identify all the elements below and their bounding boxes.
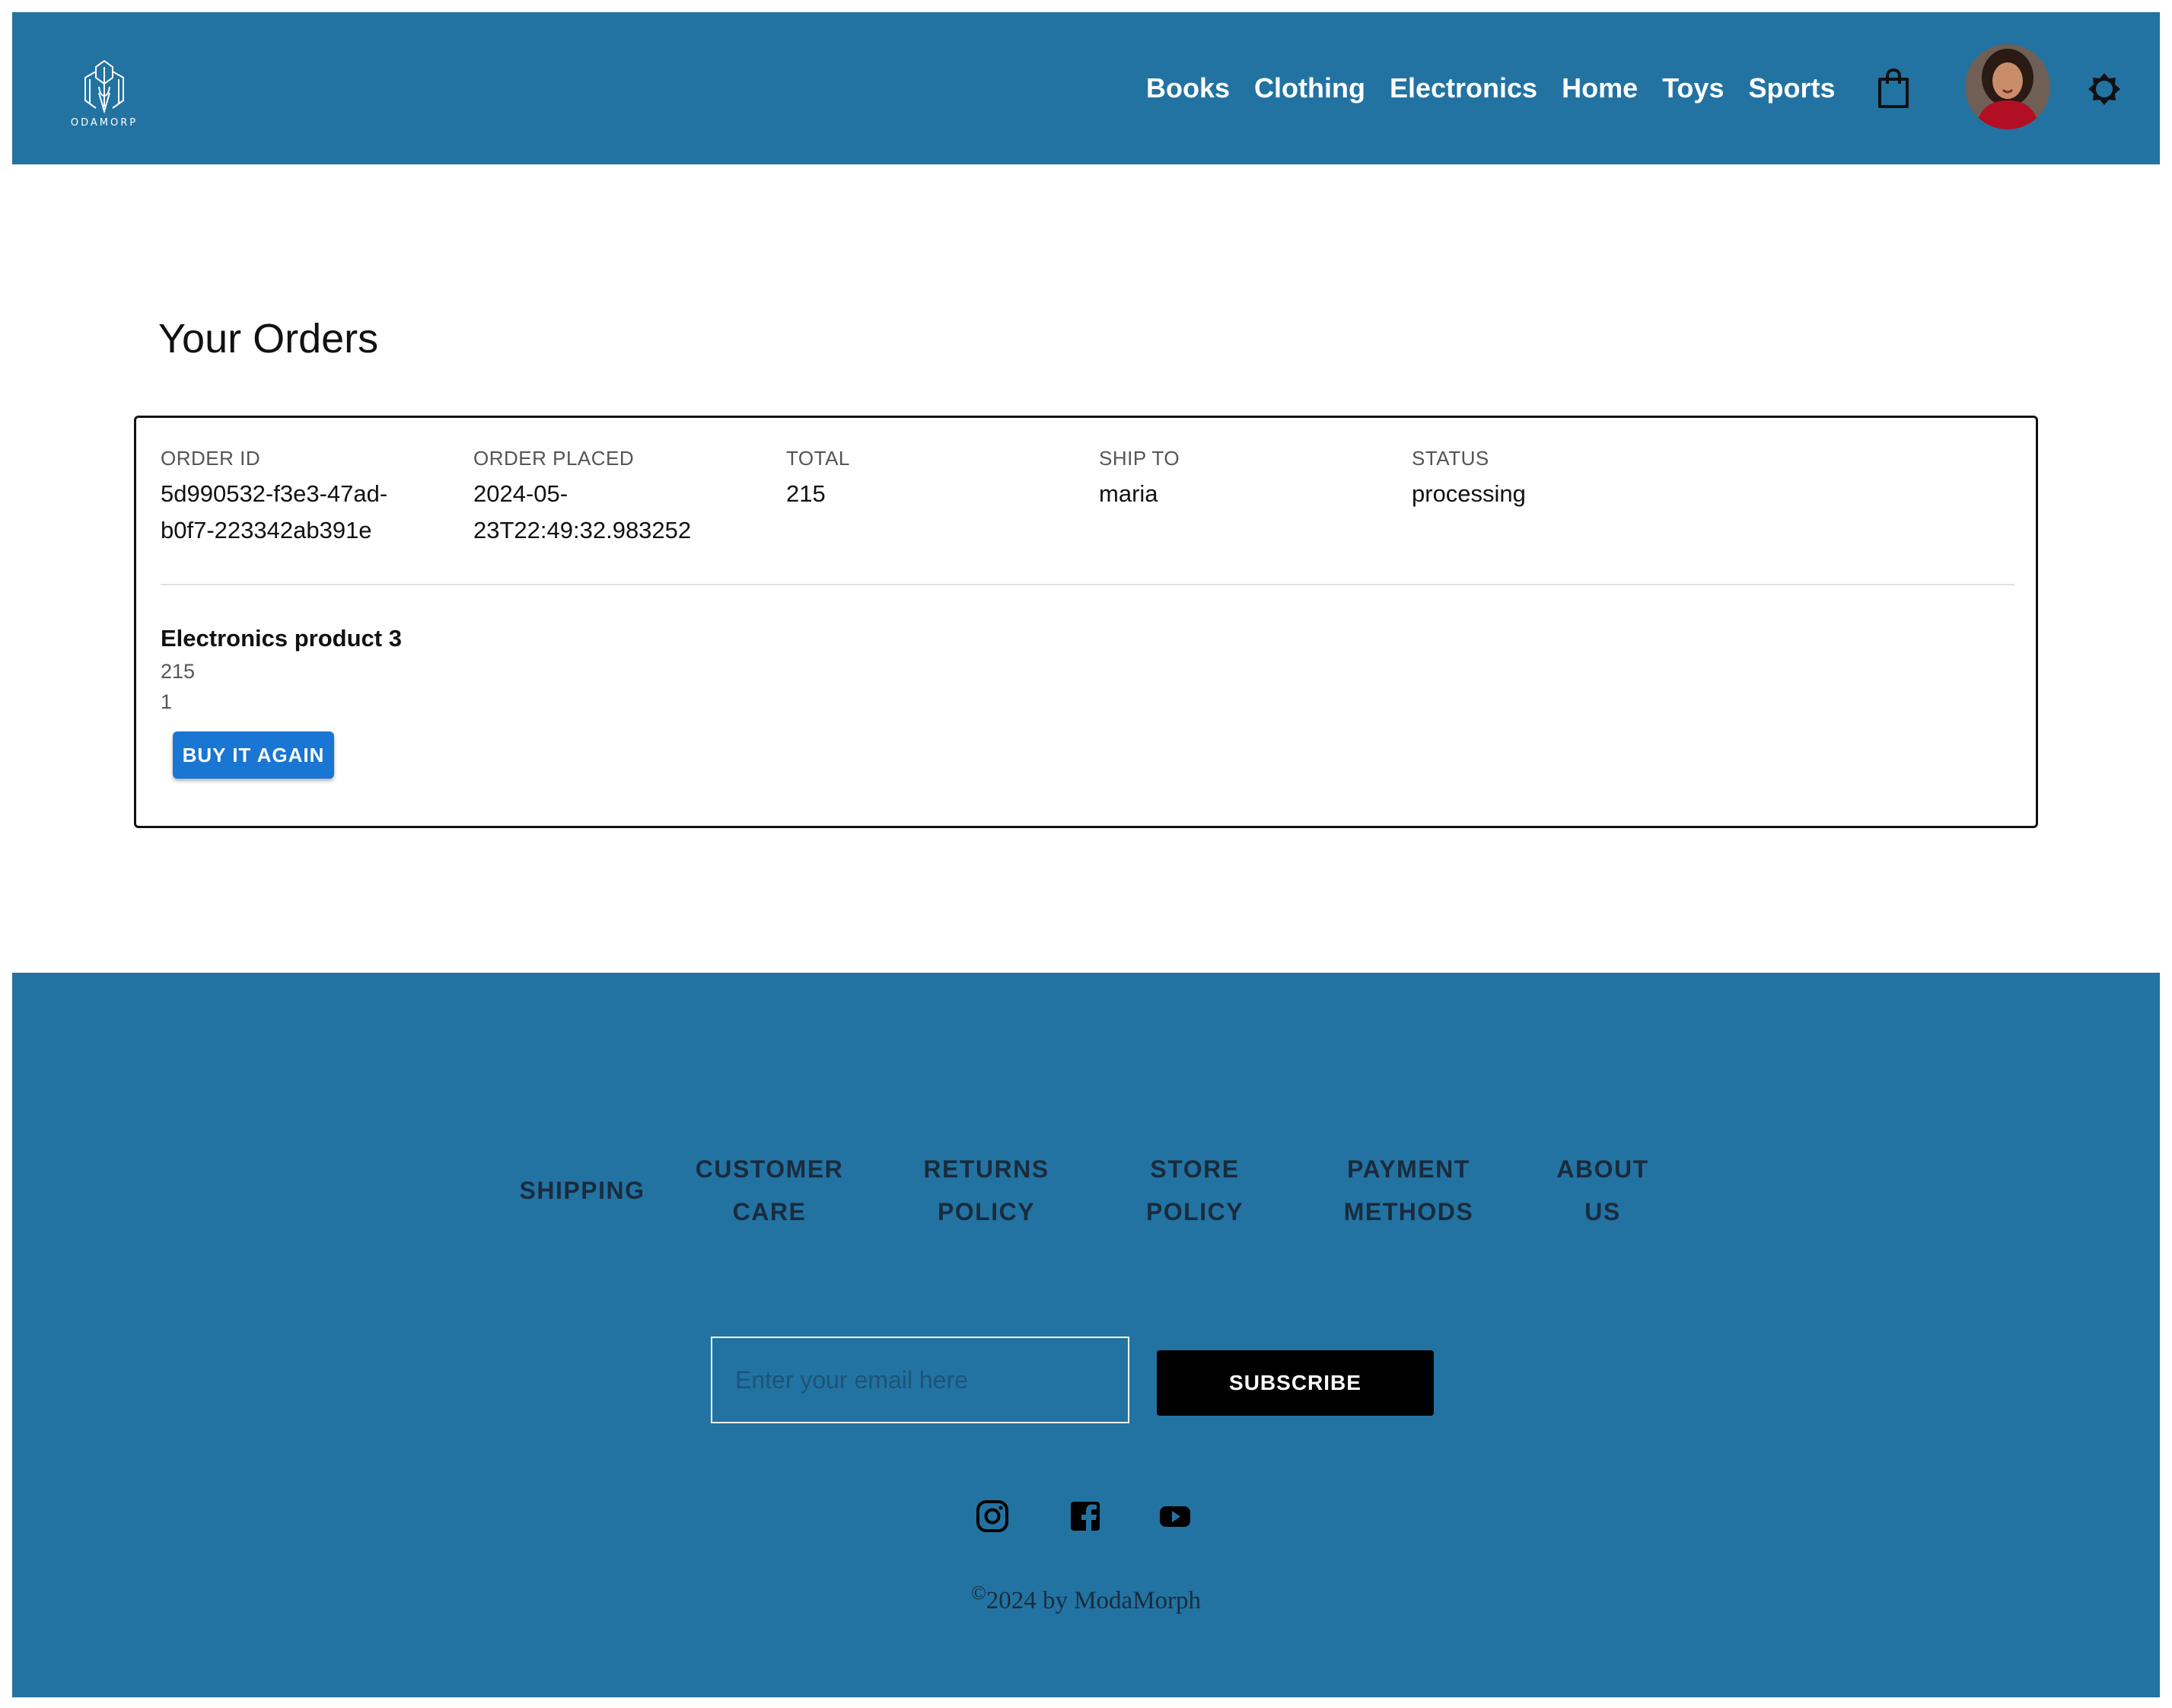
status-value: processing [1412,480,1526,507]
order-total-column: Total 215 [786,445,1091,512]
ship-to-column: Ship To maria [1099,445,1403,512]
order-id-column: Order ID 5d990532-f3e3-47ad- b0f7-223342… [161,445,465,549]
shopping-bag-icon[interactable] [1875,67,1912,110]
order-placed-line2: 23T22:49:32.983252 [473,517,692,543]
footer-link-text: Store [1150,1155,1240,1183]
status-label: Status [1412,447,1489,470]
subscribe-button[interactable]: SUBSCRIBE [1157,1350,1434,1416]
footer-link-about-us[interactable]: About Us [1534,1148,1671,1233]
order-id-line1: 5d990532-f3e3-47ad- [161,480,388,507]
order-total-value: 215 [786,480,826,507]
footer-link-text: Us [1584,1198,1621,1225]
item-name: Electronics product 3 [161,625,402,652]
nav-electronics[interactable]: Electronics [1390,72,1537,104]
site-header: ODAMORP Books Clothing Electronics Home … [12,12,2160,164]
footer-link-payment-methods[interactable]: Payment Methods [1314,1148,1504,1233]
youtube-icon[interactable] [1158,1499,1192,1533]
footer-link-text: Shipping [519,1177,645,1204]
site-footer: Shipping Customer Care Returns Policy St… [12,973,2160,1697]
email-input[interactable] [711,1337,1129,1423]
footer-link-store-policy[interactable]: Store Policy [1111,1148,1279,1233]
nav-books[interactable]: Books [1146,72,1230,104]
nav-sports[interactable]: Sports [1748,72,1835,104]
footer-link-text: Methods [1343,1198,1474,1225]
footer-link-text: Payment [1347,1155,1470,1183]
order-total-label: Total [786,447,850,470]
logo-icon [84,59,124,114]
instagram-icon[interactable] [976,1499,1009,1533]
footer-link-returns-policy[interactable]: Returns Policy [903,1148,1070,1233]
footer-links: Shipping Customer Care Returns Policy St… [12,1148,2160,1239]
footer-link-text: Care [732,1198,807,1225]
ship-to-label: Ship To [1099,447,1180,470]
order-placed-value: 2024-05- 23T22:49:32.983252 [473,476,778,549]
copyright-text: ©2024 by ModaMorph [12,1582,2160,1615]
order-id-line2: b0f7-223342ab391e [161,517,372,543]
nav-home[interactable]: Home [1562,72,1638,104]
nav-clothing[interactable]: Clothing [1254,72,1365,104]
order-divider [161,584,2014,585]
item-price: 215 [161,660,196,683]
footer-link-customer-care[interactable]: Customer Care [682,1148,857,1233]
order-id-value: 5d990532-f3e3-47ad- b0f7-223342ab391e [161,476,465,549]
brand-logo[interactable]: ODAMORP [62,56,146,132]
footer-link-text: Customer [695,1155,844,1183]
nav-toys[interactable]: Toys [1662,72,1724,104]
page-title: Your Orders [158,316,379,362]
theme-toggle-icon[interactable] [2087,72,2122,107]
logo-text: ODAMORP [70,117,139,129]
footer-link-text: Policy [937,1198,1036,1225]
footer-link-shipping[interactable]: Shipping [510,1169,654,1212]
status-column: Status processing [1412,445,1716,512]
copyright-label: 2024 by ModaMorph [986,1587,1202,1614]
main-nav: Books Clothing Electronics Home Toys Spo… [1146,12,1859,164]
order-card: Order ID 5d990532-f3e3-47ad- b0f7-223342… [134,416,2038,828]
order-placed-line1: 2024-05- [473,480,568,507]
item-quantity: 1 [161,690,173,713]
footer-link-text: About [1556,1155,1649,1183]
order-id-label: Order ID [161,447,261,470]
order-placed-column: Order Placed 2024-05- 23T22:49:32.983252 [473,445,778,549]
facebook-icon[interactable] [1068,1499,1102,1533]
footer-link-text: Policy [1145,1198,1244,1225]
avatar[interactable] [1965,44,2050,129]
copyright-icon: © [970,1582,986,1604]
footer-link-text: Returns [923,1155,1049,1183]
buy-again-button[interactable]: Buy it again [173,731,334,779]
order-placed-label: Order Placed [473,447,635,470]
ship-to-value: maria [1099,480,1158,507]
